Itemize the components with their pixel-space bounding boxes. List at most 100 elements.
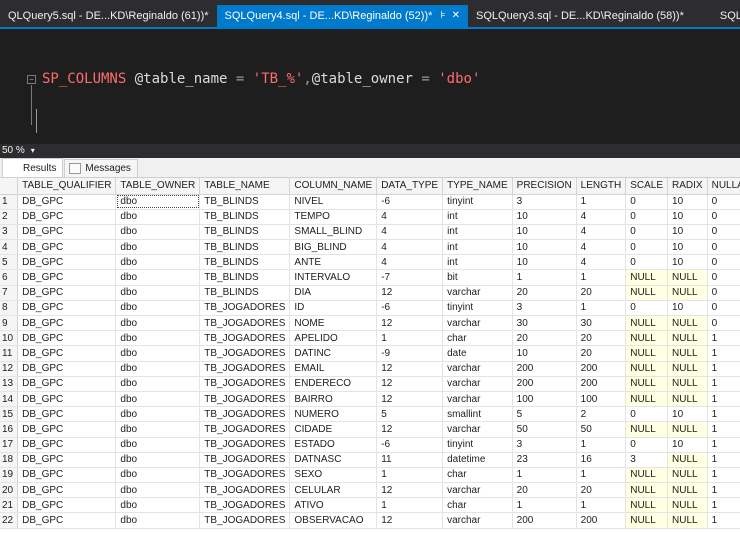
grid-cell[interactable]: TB_JOGADORES — [199, 452, 291, 468]
grid-cell[interactable]: 10 — [667, 224, 708, 241]
row-number[interactable]: 9 — [0, 315, 19, 332]
grid-cell[interactable]: TB_JOGADORES — [199, 421, 291, 438]
grid-cell[interactable]: 4 — [376, 239, 444, 256]
tab-results[interactable]: Results — [2, 158, 64, 352]
grid-cell[interactable]: INTERVALO — [289, 269, 378, 286]
grid-cell[interactable]: 4 — [576, 254, 627, 271]
table-row[interactable]: 15 DB_GPC dbo TB_JOGADORES NUMERO 5 smallint 5 2… — [0, 406, 740, 423]
grid-cell[interactable]: 12 — [376, 376, 444, 392]
grid-cell[interactable]: dbo — [115, 452, 201, 468]
grid-cell[interactable]: 200 — [512, 512, 577, 529]
table-row[interactable]: 7 DB_GPC dbo TB_BLINDS DIA 12 varchar 20 20 NULL N… — [0, 285, 740, 301]
grid-cell[interactable]: DB_GPC — [17, 315, 117, 332]
grid-cell[interactable]: NULL — [667, 285, 708, 301]
grid-cell[interactable]: 200 — [576, 512, 627, 529]
grid-cell[interactable]: NULL — [625, 421, 669, 438]
grid-cell[interactable]: DB_GPC — [17, 452, 117, 468]
grid-cell[interactable]: APELIDO — [289, 330, 378, 347]
grid-cell[interactable]: varchar — [442, 376, 513, 392]
grid-cell[interactable]: CELULAR — [289, 482, 378, 499]
zoom-level[interactable]: 50 % — [2, 145, 25, 156]
grid-cell[interactable]: 0 — [707, 209, 740, 225]
grid-cell[interactable]: TB_JOGADORES — [199, 376, 291, 392]
grid-cell[interactable]: TB_JOGADORES — [199, 482, 291, 499]
grid-cell[interactable]: 1 — [576, 497, 627, 514]
grid-cell[interactable]: bit — [442, 269, 513, 286]
grid-cell[interactable]: 3 — [512, 437, 577, 453]
grid-cell[interactable]: 3 — [625, 452, 669, 468]
grid-cell[interactable]: BIG_BLIND — [289, 239, 378, 256]
tab-sqlquery4[interactable]: SQLQuery4.sql - DE...KD\Reginaldo (52))*… — [216, 5, 469, 27]
row-number[interactable]: 21 — [0, 497, 19, 514]
table-row[interactable]: 14 DB_GPC dbo TB_JOGADORES BAIRRO 12 varchar 10… — [0, 391, 740, 408]
grid-cell[interactable]: 1 — [707, 452, 740, 468]
grid-cell[interactable]: char — [442, 330, 513, 347]
grid-cell[interactable]: DIA — [289, 285, 378, 301]
row-number[interactable]: 3 — [0, 224, 19, 241]
grid-cell[interactable]: DB_GPC — [17, 224, 117, 241]
table-row[interactable]: 9 DB_GPC dbo TB_JOGADORES NOME 12 varchar 30 30 N… — [0, 315, 740, 332]
grid-cell[interactable]: CIDADE — [289, 421, 378, 438]
grid-cell[interactable]: NULL — [625, 482, 669, 499]
grid-cell[interactable]: dbo — [115, 391, 201, 408]
table-row[interactable]: 19 DB_GPC dbo TB_JOGADORES SEXO 1 char 1 1 NULL NU… — [0, 467, 740, 484]
column-header-scale[interactable]: SCALE — [625, 178, 669, 195]
grid-cell[interactable]: 200 — [512, 361, 577, 377]
grid-cell[interactable]: varchar — [442, 421, 513, 438]
grid-cell[interactable]: 10 — [667, 209, 708, 225]
grid-cell[interactable]: TB_JOGADORES — [199, 467, 291, 484]
grid-cell[interactable]: 50 — [576, 421, 627, 438]
grid-cell[interactable]: TB_BLINDS — [199, 269, 291, 286]
grid-cell[interactable]: 10 — [667, 406, 708, 423]
row-number[interactable]: 12 — [0, 361, 19, 377]
row-number[interactable]: 1 — [0, 194, 19, 210]
grid-cell[interactable]: dbo — [115, 330, 201, 347]
grid-cell[interactable]: int — [442, 209, 513, 225]
column-header-data-type[interactable]: DATA_TYPE — [376, 178, 444, 195]
grid-cell[interactable]: 20 — [512, 285, 577, 301]
grid-cell[interactable]: dbo — [115, 482, 201, 499]
tab-sqlquery5[interactable]: QLQuery5.sql - DE...KD\Reginaldo (61))* — [0, 5, 217, 27]
grid-cell[interactable]: 1 — [707, 391, 740, 408]
grid-cell[interactable]: tinyint — [442, 300, 513, 317]
grid-cell[interactable]: DB_GPC — [17, 512, 117, 529]
table-row[interactable]: 4 DB_GPC dbo TB_BLINDS BIG_BLIND 4 int 10 4 0 10 0 — [0, 239, 740, 256]
grid-cell[interactable]: TB_BLINDS — [199, 239, 291, 256]
column-header-table-name[interactable]: TABLE_NAME — [199, 178, 291, 195]
grid-cell[interactable]: 0 — [625, 254, 669, 271]
grid-cell[interactable]: 1 — [576, 194, 627, 210]
table-row[interactable]: 22 DB_GPC dbo TB_JOGADORES OBSERVACAO 12 varch… — [0, 512, 740, 529]
grid-cell[interactable]: -9 — [376, 345, 444, 362]
row-number[interactable]: 14 — [0, 391, 19, 408]
grid-cell[interactable]: 2 — [576, 406, 627, 423]
table-row[interactable]: 5 DB_GPC dbo TB_BLINDS ANTE 4 int 10 4 0 10 0 — [0, 254, 740, 271]
grid-cell[interactable]: 0 — [707, 269, 740, 286]
row-number[interactable]: 15 — [0, 406, 19, 423]
row-number[interactable]: 2 — [0, 209, 19, 225]
grid-cell[interactable]: NULL — [625, 391, 669, 408]
grid-cell[interactable]: 20 — [576, 285, 627, 301]
column-header-table-owner[interactable]: TABLE_OWNER — [115, 178, 201, 195]
grid-cell[interactable]: EMAIL — [289, 361, 378, 377]
grid-cell[interactable]: TB_BLINDS — [199, 254, 291, 271]
grid-cell[interactable]: -7 — [376, 269, 444, 286]
grid-cell[interactable]: 1 — [576, 437, 627, 453]
grid-cell[interactable]: dbo — [115, 361, 201, 377]
grid-cell[interactable]: TEMPO — [289, 209, 378, 225]
grid-cell[interactable]: 23 — [512, 452, 577, 468]
grid-cell[interactable]: 0 — [625, 406, 669, 423]
grid-cell[interactable]: 10 — [512, 345, 577, 362]
grid-cell[interactable]: DB_GPC — [17, 194, 117, 210]
grid-cell[interactable]: DB_GPC — [17, 406, 117, 423]
grid-cell[interactable]: 10 — [667, 437, 708, 453]
table-row[interactable]: 20 DB_GPC dbo TB_JOGADORES CELULAR 12 varchar 2… — [0, 482, 740, 499]
column-header-nullable[interactable]: NULLABLE — [707, 178, 740, 195]
grid-cell[interactable]: 1 — [707, 376, 740, 392]
grid-cell[interactable]: dbo — [115, 497, 201, 514]
grid-cell[interactable]: NULL — [667, 269, 708, 286]
grid-cell[interactable]: 1 — [576, 300, 627, 317]
grid-cell[interactable]: dbo — [115, 315, 201, 332]
grid-cell[interactable]: 12 — [376, 482, 444, 499]
grid-cell[interactable]: TB_JOGADORES — [199, 497, 291, 514]
grid-cell[interactable]: 20 — [576, 482, 627, 499]
